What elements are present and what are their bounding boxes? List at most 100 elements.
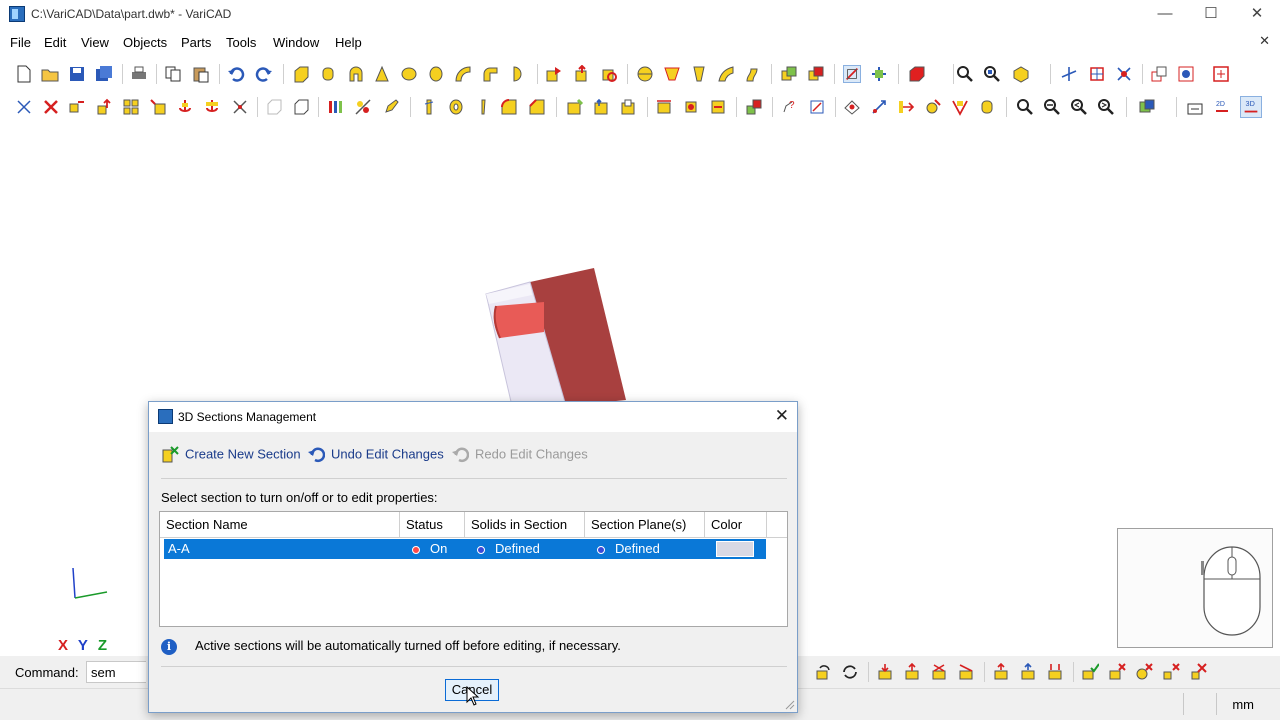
solids-cell[interactable]: Defined: [477, 539, 540, 559]
anchor-icon[interactable]: [176, 98, 194, 116]
print-icon[interactable]: [130, 65, 148, 83]
copy-icon[interactable]: [164, 65, 182, 83]
select-up-icon[interactable]: [992, 663, 1010, 681]
zoom-next-icon[interactable]: [1097, 98, 1115, 116]
groove-icon[interactable]: [593, 98, 611, 116]
distance-icon[interactable]: [808, 98, 826, 116]
cylinder-constraint-icon[interactable]: [978, 98, 996, 116]
select-group-icon[interactable]: [1046, 663, 1064, 681]
plane-cell[interactable]: Defined: [597, 539, 660, 559]
menu-edit[interactable]: Edit: [44, 35, 66, 50]
dialog-close-button[interactable]: ✕: [775, 406, 789, 426]
zoom-all-icon[interactable]: [983, 65, 1001, 83]
view-cube-icon[interactable]: [1012, 65, 1030, 83]
array-icon[interactable]: [122, 98, 140, 116]
arch-solid-icon[interactable]: [347, 65, 365, 83]
boolean-subtract-icon[interactable]: [807, 65, 825, 83]
constraint-icon[interactable]: [843, 98, 861, 116]
color-bars-icon[interactable]: [327, 98, 345, 116]
select-up-alt-icon[interactable]: [1019, 663, 1037, 681]
bolt-icon[interactable]: [420, 98, 438, 116]
measure-icon[interactable]: [682, 98, 700, 116]
column-header-solids[interactable]: Solids in Section: [465, 512, 585, 538]
zoom-out-icon[interactable]: [1043, 98, 1061, 116]
spline-solid-icon[interactable]: [717, 65, 735, 83]
section-plane-icon[interactable]: [870, 65, 888, 83]
loft-icon[interactable]: [663, 65, 681, 83]
transform-icon[interactable]: [231, 98, 249, 116]
sections-table[interactable]: Section Name Status Solids in Section Se…: [159, 511, 788, 627]
tube-solid-icon[interactable]: [400, 65, 418, 83]
align-icon[interactable]: [897, 98, 915, 116]
select-tool-icon[interactable]: [15, 98, 33, 116]
insert-solid-icon[interactable]: [545, 65, 563, 83]
axes-orientation-icon[interactable]: [1060, 65, 1078, 83]
angle-icon[interactable]: [951, 98, 969, 116]
sphere-icon[interactable]: [636, 65, 654, 83]
copy-object-icon[interactable]: [68, 98, 86, 116]
paste-icon[interactable]: [192, 65, 210, 83]
extrude-icon[interactable]: [690, 65, 708, 83]
assembly-icon[interactable]: [1177, 65, 1195, 83]
pan-tool-icon[interactable]: [930, 663, 948, 681]
hide-all-icon[interactable]: [1162, 663, 1180, 681]
trim-icon[interactable]: [354, 98, 372, 116]
redo-icon[interactable]: [255, 65, 273, 83]
column-header-color[interactable]: Color: [705, 512, 767, 538]
view-settings-icon[interactable]: [1138, 98, 1156, 116]
rotate-view-icon[interactable]: [814, 663, 832, 681]
move-object-icon[interactable]: [95, 98, 113, 116]
menu-window[interactable]: Window: [273, 35, 319, 50]
undo-edit-changes-button[interactable]: Undo Edit Changes: [307, 446, 444, 466]
section-view-icon[interactable]: [843, 65, 861, 83]
maximize-button[interactable]: ☐: [1188, 0, 1234, 30]
edit-solid-icon[interactable]: [382, 98, 400, 116]
pan-diagonal-icon[interactable]: [957, 663, 975, 681]
cone-solid-icon[interactable]: [373, 65, 391, 83]
menu-parts[interactable]: Parts: [181, 35, 211, 50]
column-header-section-name[interactable]: Section Name: [160, 512, 400, 538]
box-outline-icon[interactable]: [292, 98, 310, 116]
unit-indicator[interactable]: mm: [1232, 697, 1254, 712]
mdi-close-icon[interactable]: ✕: [1259, 33, 1270, 49]
save-all-icon[interactable]: [95, 65, 113, 83]
surface-icon[interactable]: [745, 98, 763, 116]
menu-tools[interactable]: Tools: [226, 35, 256, 50]
layers-icon[interactable]: [1150, 65, 1168, 83]
menu-help[interactable]: Help: [335, 35, 362, 50]
nut-icon[interactable]: [447, 98, 465, 116]
minimize-button[interactable]: —: [1142, 0, 1188, 30]
tangent-icon[interactable]: [924, 98, 942, 116]
anchor-multi-icon[interactable]: [203, 98, 221, 116]
slot-icon[interactable]: [620, 98, 638, 116]
section-color-swatch[interactable]: [716, 541, 754, 557]
chamfer-icon[interactable]: [528, 98, 546, 116]
rotate-solid-icon[interactable]: [600, 65, 618, 83]
dimension-icon[interactable]: [655, 98, 673, 116]
hide-selected-icon[interactable]: [1190, 663, 1208, 681]
save-icon[interactable]: [68, 65, 86, 83]
half-cylinder-icon[interactable]: [508, 65, 526, 83]
zoom-window-icon[interactable]: [956, 65, 974, 83]
hide-others-icon[interactable]: [1135, 663, 1153, 681]
boolean-add-icon[interactable]: [780, 65, 798, 83]
table-row[interactable]: A-A On Defined Defined: [164, 539, 766, 559]
box-solid-icon[interactable]: [292, 65, 310, 83]
column-header-status[interactable]: Status: [400, 512, 465, 538]
menu-file[interactable]: File: [10, 35, 31, 50]
refresh-view-icon[interactable]: [841, 663, 859, 681]
pin-icon[interactable]: [474, 98, 492, 116]
menu-objects[interactable]: Objects: [123, 35, 167, 50]
delete-icon[interactable]: [42, 98, 60, 116]
check-interference-icon[interactable]: [709, 98, 727, 116]
query-icon[interactable]: ?: [780, 98, 798, 116]
hide-solid-icon[interactable]: [1108, 663, 1126, 681]
resize-grip-icon[interactable]: [785, 700, 795, 710]
create-new-section-button[interactable]: Create New Section: [161, 446, 301, 466]
mirror-icon[interactable]: [149, 98, 167, 116]
drawing-2d-icon[interactable]: [1186, 98, 1204, 116]
close-window-button[interactable]: ✕: [1234, 0, 1280, 30]
revolved-solid-icon[interactable]: [427, 65, 445, 83]
sweep-solid-icon[interactable]: [454, 65, 472, 83]
move-solid-icon[interactable]: [573, 65, 591, 83]
